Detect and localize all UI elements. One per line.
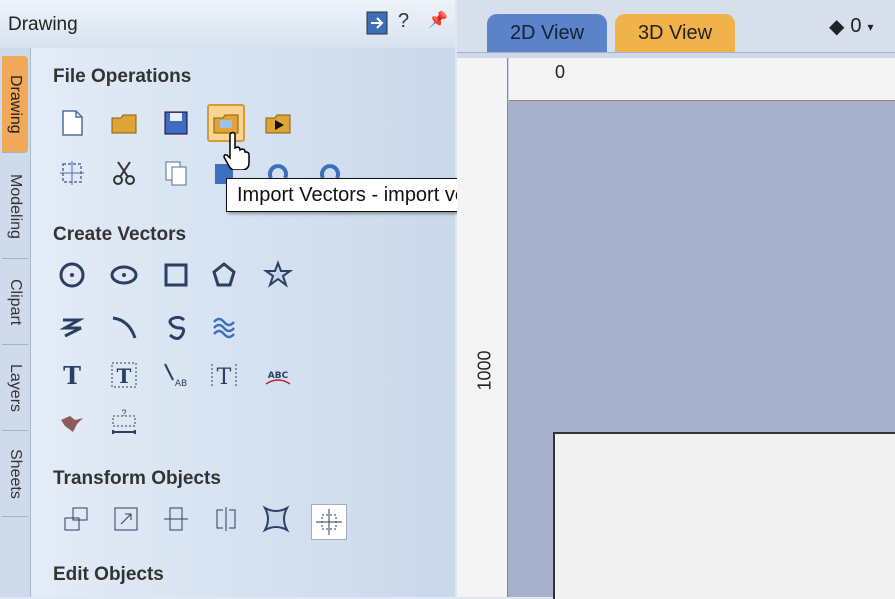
section-file-operations: File Operations xyxy=(53,66,192,87)
tab-3d-view[interactable]: 3D View xyxy=(615,14,735,52)
scale-icon[interactable] xyxy=(109,502,143,536)
ruler-top: 0 xyxy=(509,58,895,101)
distort-icon[interactable] xyxy=(259,502,293,536)
dock-icon[interactable] xyxy=(365,10,389,42)
svg-text:?: ? xyxy=(121,408,126,418)
zoom-control[interactable]: ◆ 0 ▾ xyxy=(829,14,874,39)
tab-modeling[interactable]: Modeling xyxy=(2,154,28,259)
draw-polygon-icon[interactable] xyxy=(207,258,241,292)
svg-text:T: T xyxy=(63,361,81,390)
panel-header: Drawing ? 📌 xyxy=(0,0,455,49)
ruler-top-label: 0 xyxy=(555,62,566,82)
draw-text-icon[interactable]: T xyxy=(55,358,89,392)
open-file-icon[interactable] xyxy=(107,106,141,140)
pin-icon[interactable]: 📌 xyxy=(428,10,448,30)
bend-text-icon[interactable]: ABC xyxy=(261,358,295,392)
cube-icon: ◆ xyxy=(829,16,845,38)
mirror-icon[interactable] xyxy=(209,502,243,536)
draw-wave-icon[interactable] xyxy=(207,310,241,344)
hand-cursor-icon xyxy=(222,130,250,175)
section-create-vectors: Create Vectors xyxy=(53,224,187,245)
tab-layers[interactable]: Layers xyxy=(2,346,28,431)
cut-icon[interactable] xyxy=(107,156,141,190)
job-material-area[interactable] xyxy=(553,432,895,599)
draw-curve-icon[interactable] xyxy=(159,310,193,344)
side-tab-bar: Drawing Modeling Clipart Layers Sheets xyxy=(0,48,31,597)
section-transform-objects: Transform Objects xyxy=(53,468,221,489)
save-icon[interactable] xyxy=(159,106,193,140)
set-position-icon[interactable] xyxy=(311,504,347,540)
zoom-value: 0 xyxy=(850,15,862,37)
panel-title: Drawing xyxy=(8,14,78,35)
draw-arc-icon[interactable] xyxy=(107,310,141,344)
svg-text:T: T xyxy=(117,364,132,388)
import-bitmap-icon[interactable] xyxy=(261,106,295,140)
new-file-icon[interactable] xyxy=(55,106,89,140)
svg-text:AB: AB xyxy=(175,379,187,389)
job-setup-icon[interactable] xyxy=(55,156,89,190)
draw-ellipse-icon[interactable] xyxy=(107,258,141,292)
ruler-corner xyxy=(457,58,508,101)
help-button[interactable]: ? xyxy=(398,10,409,33)
ruler-left: 1000 xyxy=(457,100,508,597)
tab-clipart[interactable]: Clipart xyxy=(2,260,28,345)
auto-layout-text-icon[interactable]: T xyxy=(107,358,141,392)
adjust-text-spacing-icon[interactable]: T xyxy=(207,358,241,392)
draw-star-icon[interactable] xyxy=(261,258,295,292)
view-tab-bar: 2D View 3D View ◆ 0 ▾ xyxy=(457,0,895,53)
ruler-left-label: 1000 xyxy=(474,350,495,391)
align-icon[interactable] xyxy=(159,502,193,536)
draw-circle-icon[interactable] xyxy=(55,258,89,292)
dimension-bird-icon[interactable] xyxy=(55,406,89,440)
svg-text:T: T xyxy=(217,365,232,390)
move-icon[interactable] xyxy=(59,502,93,536)
chevron-down-icon: ▾ xyxy=(867,19,874,34)
section-edit-objects: Edit Objects xyxy=(53,564,164,585)
view-area: 2D View 3D View ◆ 0 ▾ 0 1000 xyxy=(457,0,895,599)
dimensions-icon[interactable]: ? xyxy=(107,406,141,440)
draw-rectangle-icon[interactable] xyxy=(159,258,193,292)
tab-sheets[interactable]: Sheets xyxy=(2,432,28,517)
tab-2d-view[interactable]: 2D View xyxy=(487,14,607,52)
text-on-curve-icon[interactable]: AB xyxy=(159,358,193,392)
tab-drawing[interactable]: Drawing xyxy=(2,56,28,153)
draw-polyline-icon[interactable] xyxy=(55,310,89,344)
copy-icon[interactable] xyxy=(159,156,193,190)
